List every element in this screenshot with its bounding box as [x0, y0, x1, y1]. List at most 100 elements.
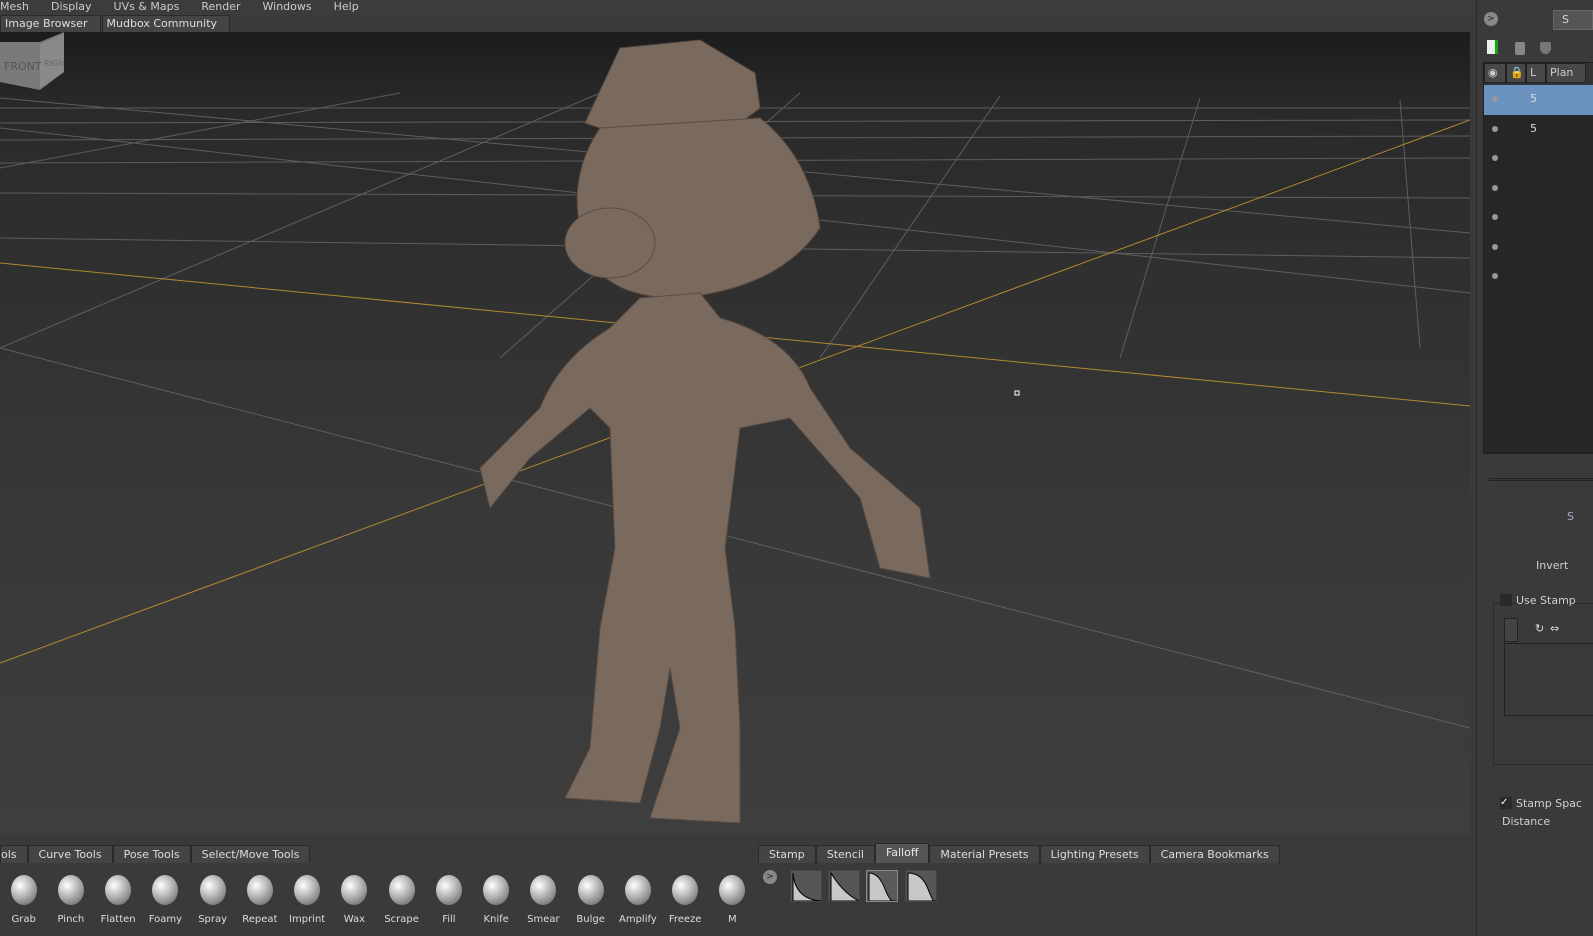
tab-stencil[interactable]: Stencil	[815, 845, 875, 863]
bulge-icon	[577, 875, 604, 905]
falloff-preset[interactable]	[828, 870, 860, 902]
layer-row[interactable]: 5	[1484, 85, 1593, 115]
flip-icon[interactable]: ⇔	[1550, 622, 1559, 635]
menu-windows[interactable]: Windows	[263, 0, 312, 13]
tool-label: Bulge	[576, 914, 605, 925]
visibility-dot[interactable]	[1492, 96, 1498, 102]
menu-help[interactable]: Help	[334, 0, 359, 13]
mask-icon[interactable]	[1540, 42, 1551, 54]
menu-uvs[interactable]: UVs & Maps	[114, 0, 180, 13]
tool-amplify[interactable]: Amplify	[614, 863, 661, 936]
tool-m[interactable]: M	[709, 863, 756, 936]
tool-freeze[interactable]: Freeze	[662, 863, 709, 936]
stamp-browse-button[interactable]	[1504, 618, 1518, 642]
visibility-dot[interactable]	[1492, 273, 1498, 279]
falloff-preset[interactable]	[905, 870, 937, 903]
tool-pinch[interactable]: Pinch	[47, 863, 94, 936]
tool-label: Smear	[527, 914, 560, 925]
tool-foamy[interactable]: Foamy	[142, 863, 189, 936]
cursor-marker	[1014, 390, 1020, 396]
tab-mudbox-community[interactable]: Mudbox Community	[101, 15, 231, 32]
tool-label: Wax	[343, 914, 366, 925]
distance-label: Distance	[1502, 815, 1551, 828]
menu-render[interactable]: Render	[201, 0, 240, 13]
tool-repeat[interactable]: Repeat	[236, 863, 283, 936]
layers-list: ◉ 🔒 L Plan 5 5	[1483, 62, 1593, 454]
dog-model	[479, 39, 931, 824]
tab-select-move-tools[interactable]: Select/Move Tools	[190, 845, 311, 863]
visibility-dot[interactable]	[1492, 125, 1498, 132]
repeat-icon	[246, 875, 273, 905]
panel-top-button[interactable]: S	[1553, 10, 1593, 30]
tool-tabs: ols Curve Tools Pose Tools Select/Move T…	[0, 845, 311, 863]
tool-label: Grab	[11, 914, 36, 925]
tool-spray[interactable]: Spray	[189, 863, 236, 936]
tab-curve-tools[interactable]: Curve Tools	[27, 845, 113, 863]
view-cube[interactable]: FRONT RIGHT	[0, 32, 64, 92]
visibility-dot[interactable]	[1492, 243, 1498, 250]
layer-row[interactable]	[1484, 233, 1593, 263]
header-level[interactable]: L	[1526, 63, 1546, 83]
tool-label: Scrape	[384, 914, 419, 925]
tool-label: Flatten	[100, 914, 136, 925]
layer-row[interactable]	[1484, 144, 1593, 174]
layer-row[interactable]	[1484, 262, 1593, 292]
expand-tray-button[interactable]: >	[763, 870, 777, 884]
layer-row[interactable]	[1484, 174, 1593, 204]
property-s-label: S	[1567, 510, 1574, 523]
m-icon	[719, 875, 746, 905]
collapse-panel-button[interactable]: >	[1484, 12, 1498, 26]
visibility-eye-icon[interactable]: ◉	[1484, 63, 1506, 83]
invert-label: Invert	[1536, 559, 1569, 572]
tool-scrape[interactable]: Scrape	[378, 863, 425, 936]
tool-wax[interactable]: Wax	[331, 863, 378, 936]
visibility-dot[interactable]	[1492, 155, 1498, 161]
tool-smear[interactable]: Smear	[520, 863, 567, 936]
3d-viewport[interactable]: FRONT RIGHT	[0, 32, 1470, 835]
tab-stamp[interactable]: Stamp	[758, 845, 816, 863]
right-panel: > S ◉ 🔒 L Plan 5 5 S Invert Use Stamp ↻ …	[1476, 0, 1593, 936]
tab-pose-tools[interactable]: Pose Tools	[112, 845, 191, 863]
tab-falloff[interactable]: Falloff	[874, 843, 930, 863]
falloff-preset[interactable]	[866, 870, 899, 903]
header-plane[interactable]: Plan	[1546, 63, 1586, 83]
scrape-icon	[388, 875, 415, 905]
tool-grab[interactable]: Grab	[0, 863, 47, 936]
visibility-dot[interactable]	[1492, 214, 1498, 220]
tool-flatten[interactable]: Flatten	[95, 863, 142, 936]
tool-fill[interactable]: Fill	[425, 863, 472, 936]
tray-tabs: Stamp Stencil Falloff Material Presets L…	[758, 843, 1280, 863]
tool-label: Imprint	[289, 914, 326, 925]
tab-material-presets[interactable]: Material Presets	[929, 845, 1040, 863]
tool-label: Fill	[442, 914, 456, 925]
rotate-icon[interactable]: ↻	[1535, 622, 1544, 635]
layer-row[interactable]: 5	[1484, 115, 1593, 145]
lock-icon[interactable]: 🔒	[1506, 63, 1526, 83]
tool-imprint[interactable]: Imprint	[284, 863, 331, 936]
fill-icon	[435, 875, 462, 905]
tab-camera-bookmarks[interactable]: Camera Bookmarks	[1149, 845, 1280, 863]
grid	[0, 39, 1470, 824]
tool-label: Knife	[483, 914, 509, 925]
visibility-dot[interactable]	[1492, 184, 1498, 191]
tab-image-browser[interactable]: Image Browser	[0, 15, 101, 32]
spray-icon	[199, 875, 226, 905]
grab-icon	[10, 875, 37, 905]
menu-mesh[interactable]: Mesh	[0, 0, 29, 13]
falloff-preset[interactable]	[790, 870, 822, 902]
smear-icon	[530, 875, 557, 905]
tab-sculpt-tools[interactable]: ols	[0, 845, 28, 863]
divider	[1489, 478, 1593, 481]
stamp-spacing-checkbox[interactable]: ✓	[1500, 797, 1512, 809]
trash-icon[interactable]	[1515, 42, 1525, 55]
layer-row[interactable]	[1484, 203, 1593, 233]
layer-level: 5	[1530, 121, 1537, 135]
tab-lighting-presets[interactable]: Lighting Presets	[1039, 845, 1150, 863]
menu-display[interactable]: Display	[51, 0, 92, 13]
tool-bulge[interactable]: Bulge	[567, 863, 614, 936]
top-tabs: Image Browser Mudbox Community	[0, 15, 231, 32]
use-stamp-checkbox[interactable]	[1500, 594, 1512, 606]
stamp-spacing-label: Stamp Spac	[1516, 797, 1582, 810]
new-layer-icon[interactable]	[1487, 40, 1498, 54]
tool-knife[interactable]: Knife	[473, 863, 520, 936]
